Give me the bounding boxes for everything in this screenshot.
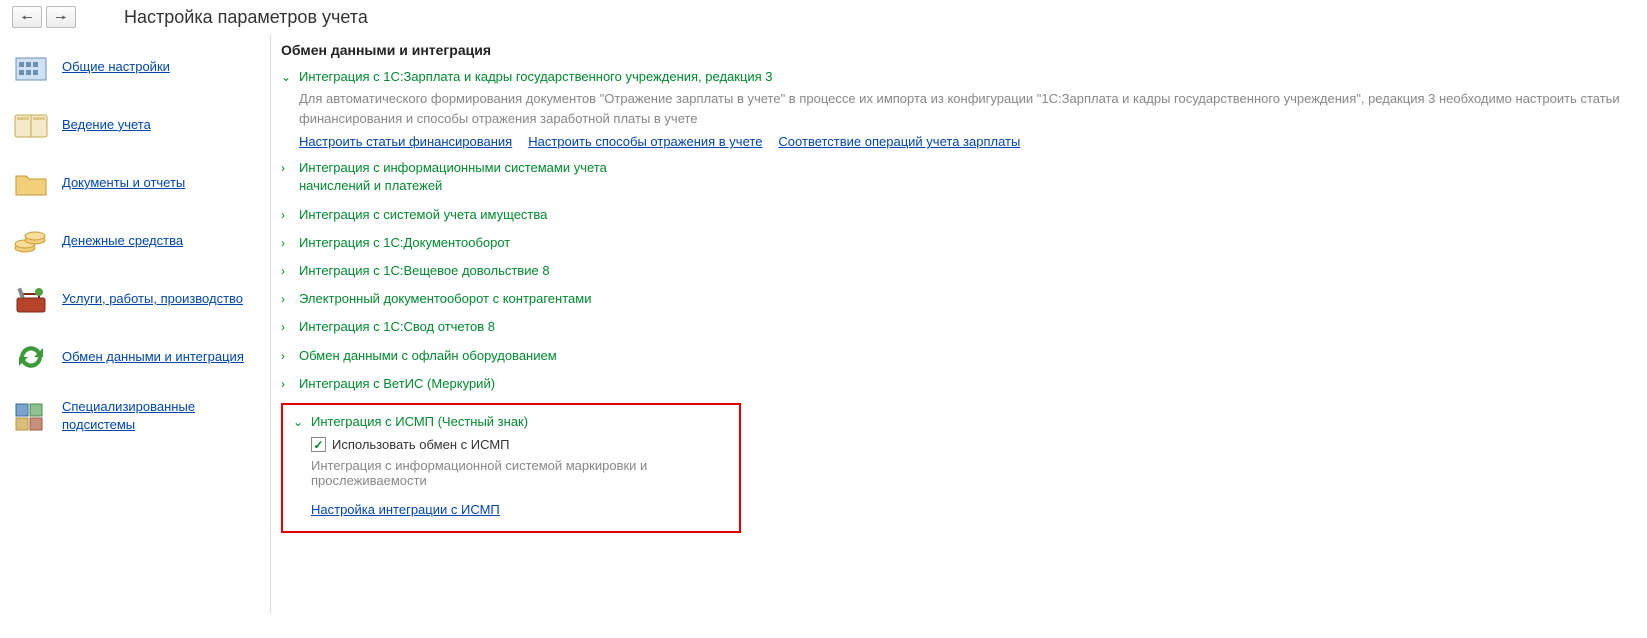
ismp-highlight-box: ⌄ Интеграция с ИСМП (Честный знак) Испол… [281, 403, 741, 533]
building-icon [12, 50, 50, 84]
forward-button[interactable]: 🠖 [46, 6, 76, 28]
group-title: Обмен данными с офлайн оборудованием [299, 347, 557, 365]
sidebar-item-documents[interactable]: Документы и отчеты [12, 154, 270, 212]
sidebar-item-label: Обмен данными и интеграция [62, 348, 244, 366]
chevron-right-icon: › [281, 375, 293, 393]
link-ismp-settings[interactable]: Настройка интеграции с ИСМП [311, 502, 500, 517]
sidebar-item-specialized[interactable]: Специализированные подсистемы [12, 386, 270, 446]
sidebar-item-label: Ведение учета [62, 116, 151, 134]
chevron-right-icon: › [281, 347, 293, 365]
group-header-offline[interactable]: › Обмен данными с офлайн оборудованием [281, 347, 1647, 365]
checkbox-use-ismp[interactable] [311, 437, 326, 452]
back-button[interactable]: 🠔 [12, 6, 42, 28]
sidebar-item-label: Общие настройки [62, 58, 170, 76]
group-header-uniform[interactable]: › Интеграция с 1С:Вещевое довольствие 8 [281, 262, 1647, 280]
group-header-vetis[interactable]: › Интеграция с ВетИС (Меркурий) [281, 375, 1647, 393]
group-header-ismp[interactable]: ⌄ Интеграция с ИСМП (Честный знак) [293, 413, 729, 431]
sidebar-item-exchange[interactable]: Обмен данными и интеграция [12, 328, 270, 386]
ledger-icon [12, 108, 50, 142]
group-header-info-systems[interactable]: › Интеграция с информационными системами… [281, 159, 651, 195]
section-title: Обмен данными и интеграция [281, 42, 1647, 58]
chevron-right-icon: › [281, 318, 293, 336]
chevron-right-icon: › [281, 290, 293, 308]
coins-icon [12, 224, 50, 258]
group-description: Для автоматического формирования докумен… [299, 89, 1647, 128]
sidebar-item-accounting[interactable]: Ведение учета [12, 96, 270, 154]
group-title: Электронный документооборот с контрагент… [299, 290, 591, 308]
group-title: Интеграция с ВетИС (Меркурий) [299, 375, 495, 393]
modules-icon [12, 399, 50, 433]
chevron-right-icon: › [281, 159, 293, 177]
sidebar-item-general[interactable]: Общие настройки [12, 38, 270, 96]
page-title: Настройка параметров учета [124, 7, 368, 28]
chevron-right-icon: › [281, 206, 293, 224]
arrow-right-icon: 🠖 [55, 11, 66, 24]
link-finance-articles[interactable]: Настроить статьи финансирования [299, 134, 512, 149]
group-title: Интеграция с 1С:Зарплата и кадры государ… [299, 68, 773, 86]
chevron-right-icon: › [281, 262, 293, 280]
group-title: Интеграция с 1С:Свод отчетов 8 [299, 318, 495, 336]
arrow-left-icon: 🠔 [21, 11, 32, 24]
group-header-zkgu[interactable]: ⌄ Интеграция с 1С:Зарплата и кадры госуд… [281, 68, 1647, 86]
sidebar: Общие настройки Ведение учета Документы … [0, 34, 270, 446]
group-title: Интеграция с информационными системами у… [299, 159, 651, 195]
sidebar-item-money[interactable]: Денежные средства [12, 212, 270, 270]
sidebar-item-label: Денежные средства [62, 232, 183, 250]
sync-icon [12, 340, 50, 374]
checkbox-label: Использовать обмен с ИСМП [332, 437, 510, 452]
ismp-description: Интеграция с информационной системой мар… [311, 458, 729, 488]
folder-icon [12, 166, 50, 200]
group-header-docflow[interactable]: › Интеграция с 1С:Документооборот [281, 234, 1647, 252]
link-salary-mapping[interactable]: Соответствие операций учета зарплаты [778, 134, 1020, 149]
group-title: Интеграция с 1С:Вещевое довольствие 8 [299, 262, 550, 280]
sidebar-item-label: Документы и отчеты [62, 174, 185, 192]
group-title: Интеграция с системой учета имущества [299, 206, 547, 224]
group-header-property[interactable]: › Интеграция с системой учета имущества [281, 206, 1647, 224]
sidebar-item-label: Специализированные подсистемы [62, 398, 270, 434]
link-reflection-methods[interactable]: Настроить способы отражения в учете [528, 134, 762, 149]
chevron-down-icon: ⌄ [293, 413, 305, 431]
sidebar-item-label: Услуги, работы, производство [62, 290, 243, 308]
main-content: Обмен данными и интеграция ⌄ Интеграция … [270, 34, 1647, 614]
group-header-svod[interactable]: › Интеграция с 1С:Свод отчетов 8 [281, 318, 1647, 336]
sidebar-item-services[interactable]: Услуги, работы, производство [12, 270, 270, 328]
group-title: Интеграция с ИСМП (Честный знак) [311, 413, 528, 431]
group-title: Интеграция с 1С:Документооборот [299, 234, 510, 252]
chevron-right-icon: › [281, 234, 293, 252]
chevron-down-icon: ⌄ [281, 68, 293, 86]
toolbox-icon [12, 282, 50, 316]
group-header-edo[interactable]: › Электронный документооборот с контраге… [281, 290, 1647, 308]
